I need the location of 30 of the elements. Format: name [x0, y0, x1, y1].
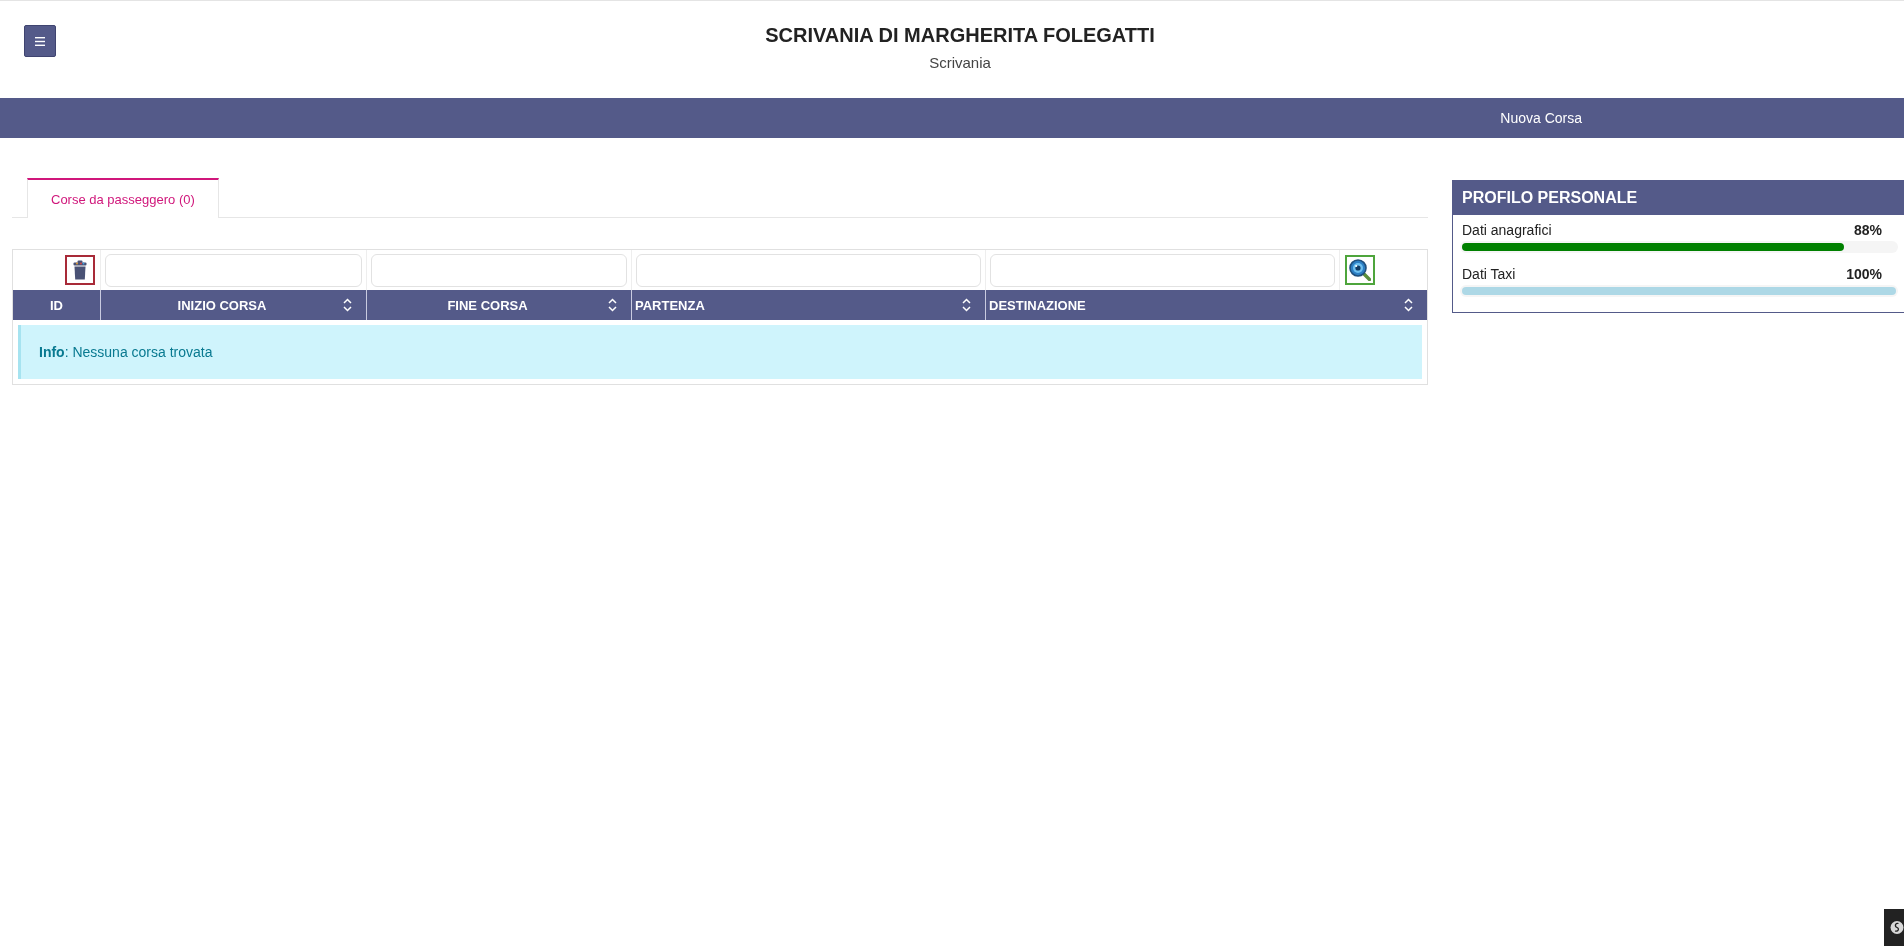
trash-icon: [73, 260, 87, 280]
alert-message: Info: Nessuna corsa trovata: [39, 344, 213, 360]
panel-title: PROFILO PERSONALE: [1453, 181, 1904, 215]
tab[interactable]: Corse da passeggero (0): [27, 178, 219, 218]
column-header[interactable]: PARTENZA: [632, 290, 986, 320]
progress-label: Dati Taxi: [1462, 265, 1516, 283]
progress-label: Dati anagrafici: [1462, 221, 1552, 239]
search-button[interactable]: [1345, 255, 1375, 285]
progress-reading: 100%: [1846, 265, 1882, 283]
sort-icon[interactable]: [962, 298, 971, 312]
menu-button[interactable]: [24, 25, 56, 57]
column-header[interactable]: INIZIO CORSA: [101, 290, 367, 320]
filter-field[interactable]: [990, 253, 1335, 287]
search-icon: [1349, 259, 1371, 281]
column-header[interactable]: FINE CORSA: [367, 290, 632, 320]
menu-icon: [35, 36, 45, 46]
clear-filters-button[interactable]: [65, 255, 95, 285]
column-header[interactable]: DESTINAZIONE: [986, 290, 1427, 320]
page-subtitle: Scrivania: [929, 54, 991, 72]
filter-field[interactable]: [105, 253, 362, 287]
debug-toolbar-icon[interactable]: [1884, 909, 1904, 946]
sort-icon[interactable]: [343, 298, 352, 312]
filter-field[interactable]: [636, 253, 981, 287]
filter-field[interactable]: [371, 253, 627, 287]
progress-reading: 88%: [1853, 221, 1882, 239]
sort-icon[interactable]: [608, 298, 617, 312]
nav-link[interactable]: Nuova Corsa: [1500, 109, 1582, 127]
page-title: SCRIVANIA DI MARGHERITA FOLEGATTI: [765, 24, 1155, 47]
sort-icon[interactable]: [1404, 298, 1413, 312]
column-header: ID: [13, 290, 101, 320]
